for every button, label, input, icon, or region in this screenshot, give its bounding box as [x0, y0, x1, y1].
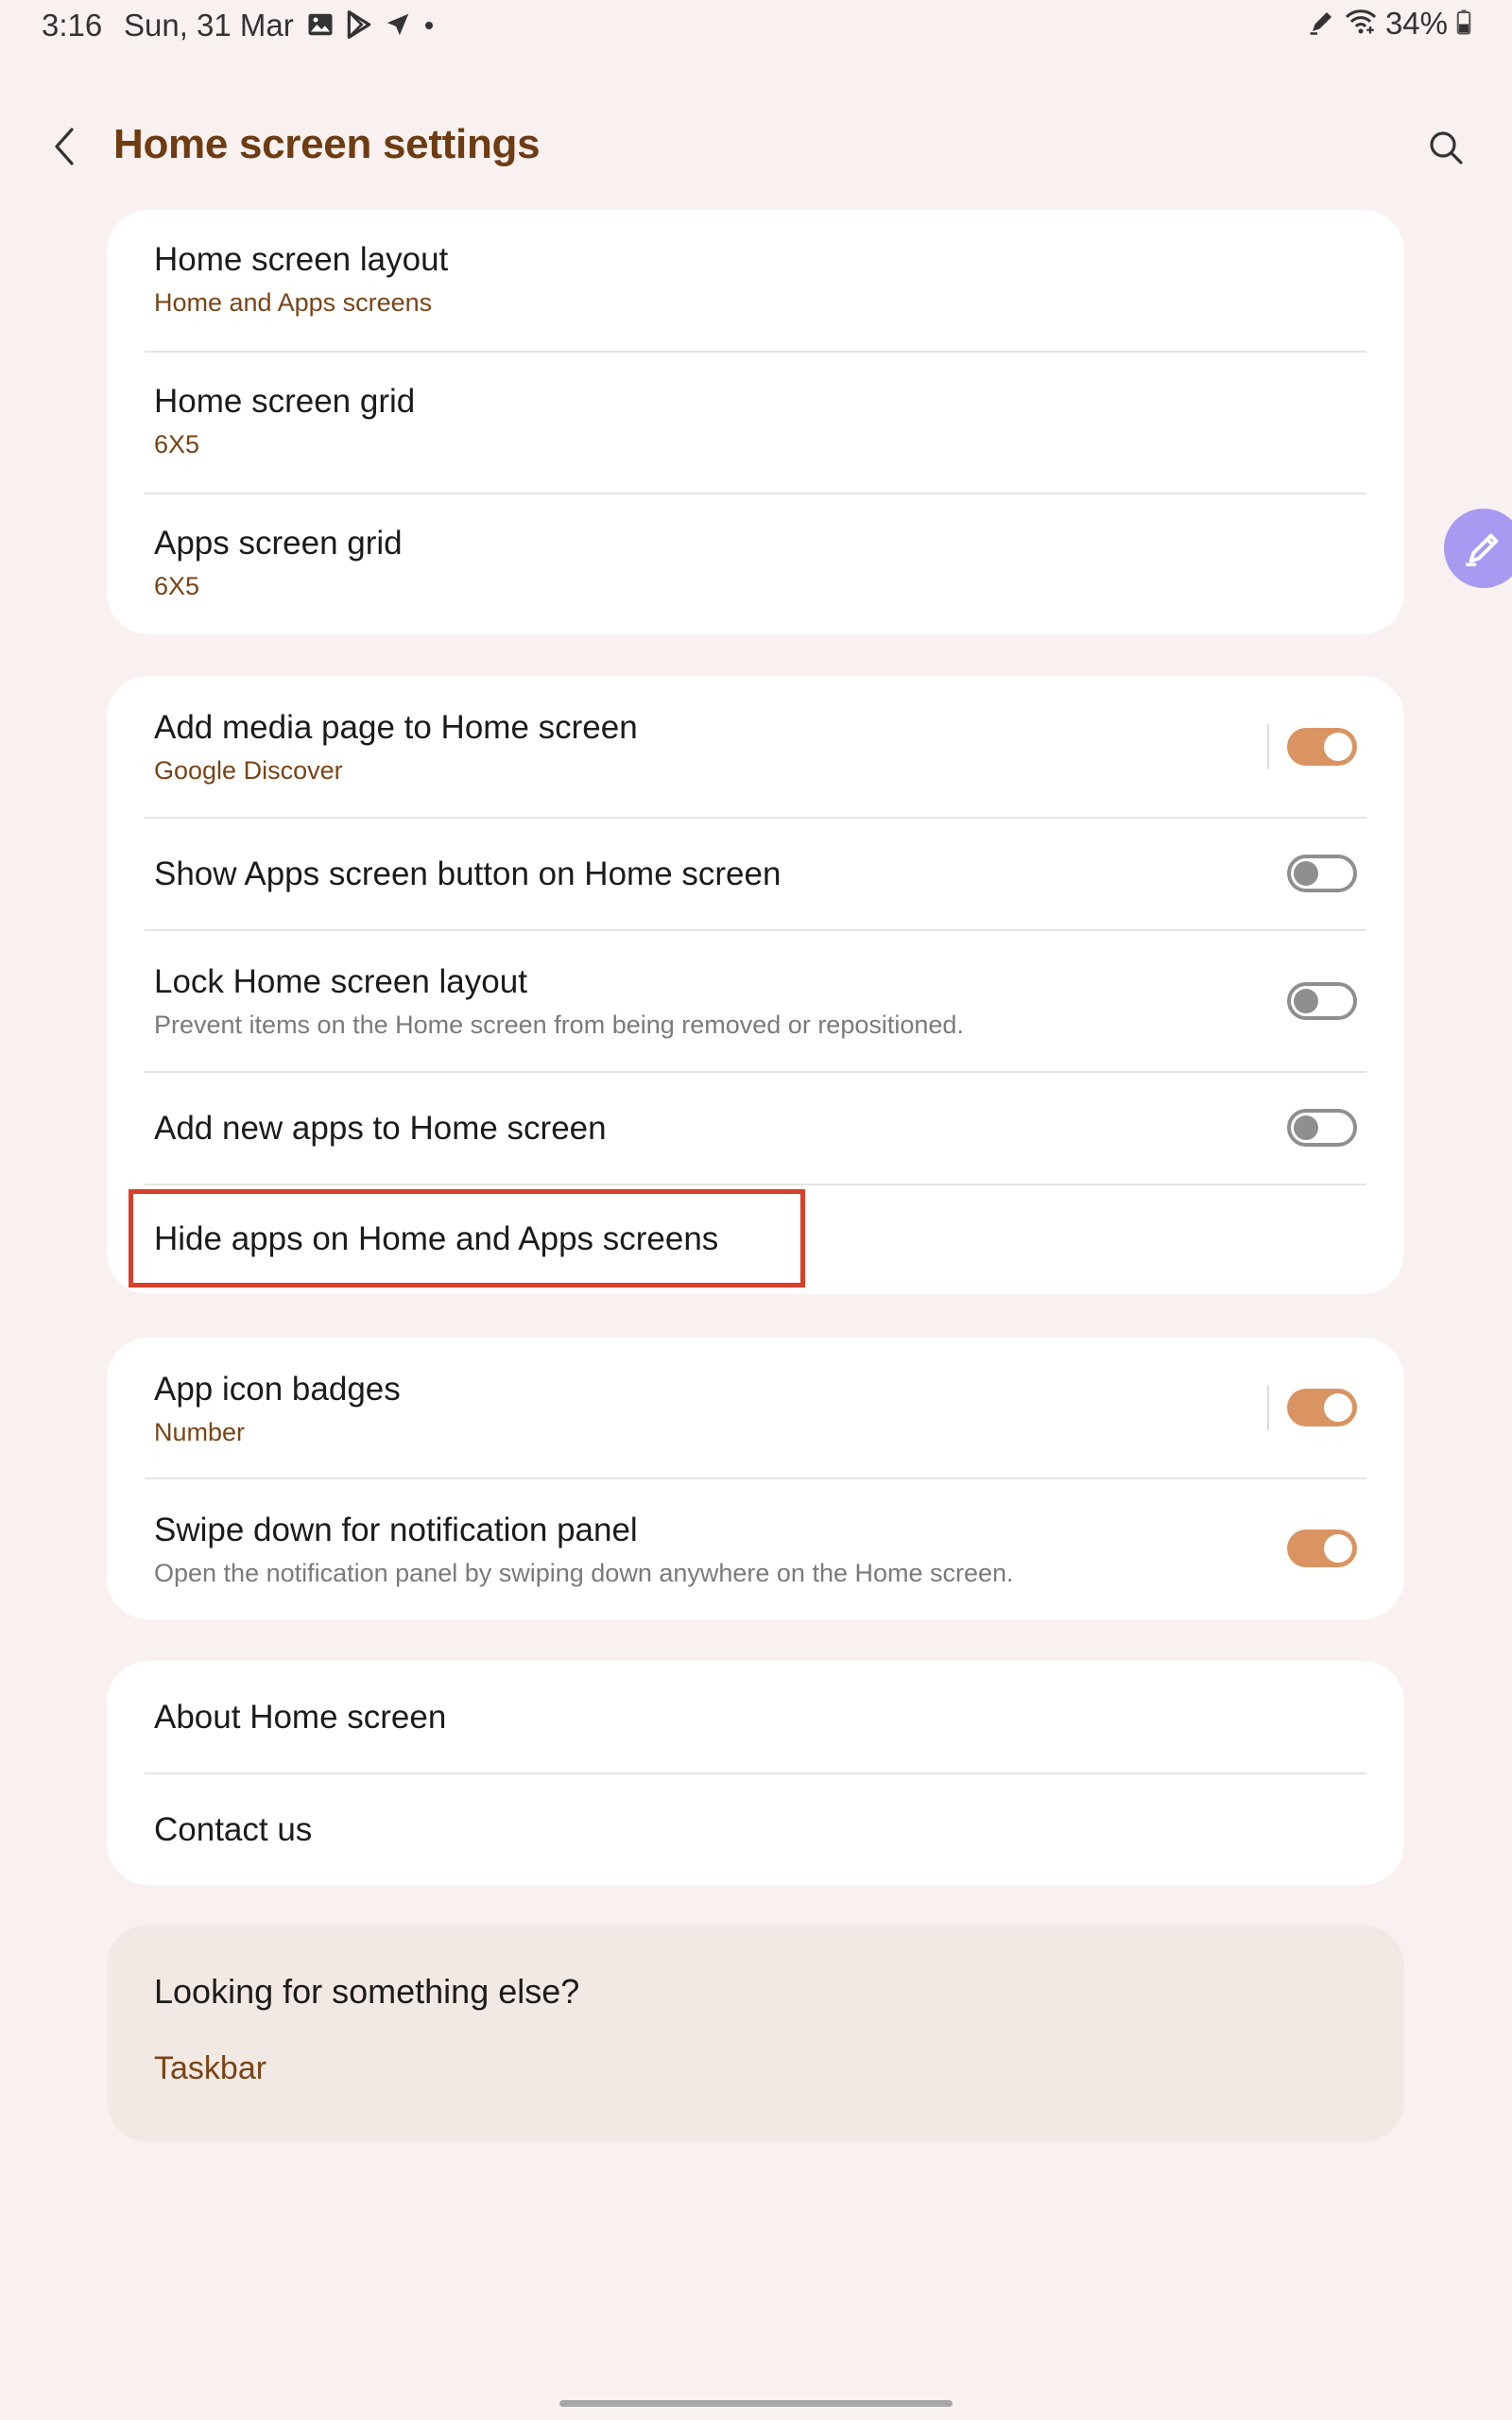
row-title: Show Apps screen button on Home screen — [154, 856, 782, 892]
toggle-knob — [1294, 989, 1318, 1013]
back-button[interactable] — [40, 121, 91, 172]
home-screen-grid-item[interactable]: Home screen grid 6X5 — [107, 352, 1404, 493]
apps-button-item[interactable]: Show Apps screen button on Home screen — [107, 818, 1404, 930]
page-title: Home screen settings — [113, 121, 541, 167]
about-card: About Home screen Contact us — [107, 1661, 1404, 1885]
chevron-left-icon — [55, 128, 74, 165]
pen-icon — [1465, 533, 1499, 567]
row-title: Add new apps to Home screen — [154, 1110, 607, 1147]
pen-icon — [1308, 8, 1336, 41]
media-page-toggle[interactable] — [1287, 728, 1357, 766]
app-icon-badges-toggle[interactable] — [1287, 1389, 1357, 1426]
row-subtitle: Open the notification panel by swiping d… — [154, 1559, 1014, 1587]
row-title: Lock Home screen layout — [154, 963, 527, 1000]
row-subtitle: Home and Apps screens — [154, 288, 433, 317]
add-new-apps-item[interactable]: Add new apps to Home screen — [107, 1072, 1404, 1184]
row-title: Home screen layout — [154, 241, 449, 278]
play-store-icon — [344, 9, 374, 44]
status-date: Sun, 31 Mar — [124, 8, 294, 43]
row-title: Home screen grid — [154, 383, 416, 420]
navigation-icon — [384, 10, 412, 43]
apps-button-toggle[interactable] — [1287, 855, 1357, 892]
about-home-screen-item[interactable]: About Home screen — [107, 1661, 1404, 1773]
add-new-apps-toggle[interactable] — [1287, 1109, 1357, 1147]
status-system-icons: 34% — [1308, 6, 1472, 42]
vertical-separator — [1267, 724, 1269, 769]
status-notification-icons — [306, 9, 437, 44]
row-title: App icon badges — [154, 1371, 401, 1408]
suggestions-card: Looking for something else? Taskbar — [107, 1925, 1404, 2142]
lock-layout-item[interactable]: Lock Home screen layout Prevent items on… — [107, 930, 1404, 1072]
row-subtitle: Prevent items on the Home screen from be… — [154, 1011, 964, 1039]
toggle-knob — [1324, 733, 1352, 761]
apps-screen-grid-item[interactable]: Apps screen grid 6X5 — [107, 493, 1404, 634]
row-subtitle: 6X5 — [154, 430, 200, 458]
highlight-box — [129, 1189, 805, 1288]
search-button[interactable] — [1418, 119, 1474, 176]
gallery-icon — [306, 10, 335, 43]
search-icon — [1430, 131, 1463, 164]
toggle-knob — [1324, 1393, 1352, 1422]
suggestions-title: Looking for something else? — [154, 1972, 580, 2011]
battery-icon — [1455, 8, 1472, 41]
swipe-down-toggle[interactable] — [1287, 1530, 1357, 1567]
contact-us-item[interactable]: Contact us — [107, 1773, 1404, 1885]
row-title: Swipe down for notification panel — [154, 1512, 638, 1548]
toggle-knob — [1294, 861, 1318, 886]
app-bar: Home screen settings — [0, 104, 1512, 189]
home-indicator[interactable] — [559, 2400, 953, 2407]
row-title: Add media page to Home screen — [154, 709, 638, 746]
media-page-item[interactable]: Add media page to Home screen Google Dis… — [107, 676, 1404, 818]
home-screen-layout-item[interactable]: Home screen layout Home and Apps screens — [107, 210, 1404, 352]
battery-level: 34% — [1384, 6, 1448, 41]
status-bar: 3:16 Sun, 31 Mar 34% — [0, 0, 1512, 51]
taskbar-link[interactable]: Taskbar — [154, 2050, 266, 2087]
row-title: Apps screen grid — [154, 525, 403, 562]
row-title: Contact us — [154, 1811, 313, 1848]
toggle-knob — [1324, 1534, 1352, 1563]
lock-layout-toggle[interactable] — [1287, 982, 1357, 1020]
row-subtitle: Google Discover — [154, 756, 343, 785]
dot-icon — [421, 10, 437, 43]
toggle-knob — [1294, 1115, 1318, 1140]
row-title: About Home screen — [154, 1699, 447, 1736]
row-subtitle: Number — [154, 1418, 246, 1446]
wifi-icon — [1344, 8, 1378, 41]
swipe-down-item[interactable]: Swipe down for notification panel Open t… — [107, 1478, 1404, 1619]
app-icon-badges-item[interactable]: App icon badges Number — [107, 1338, 1404, 1478]
status-time: 3:16 — [42, 8, 103, 43]
layout-settings-card: Home screen layout Home and Apps screens… — [107, 210, 1404, 634]
s-pen-air-command-button[interactable] — [1444, 509, 1512, 588]
vertical-separator — [1267, 1385, 1269, 1430]
row-subtitle: 6X5 — [154, 572, 200, 600]
notification-settings-card: App icon badges Number Swipe down for no… — [107, 1338, 1404, 1619]
